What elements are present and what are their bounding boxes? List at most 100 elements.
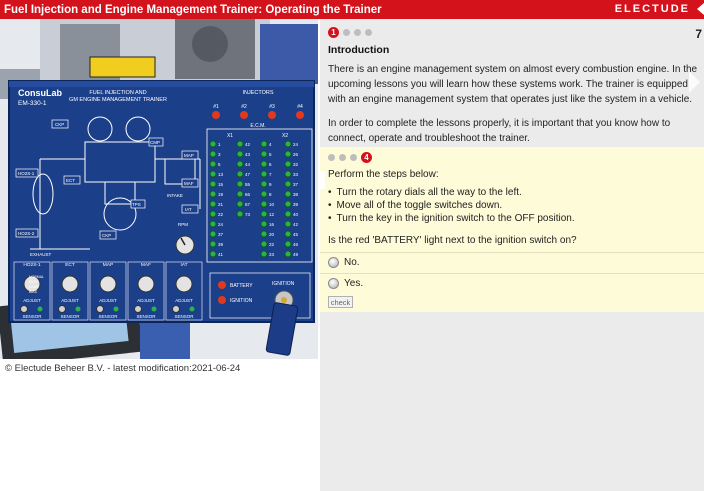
ecm-pin-jack[interactable]	[284, 160, 292, 168]
toggle-switch[interactable]	[20, 305, 28, 313]
ecm-pin-jack[interactable]	[236, 180, 244, 188]
injector-4-led	[296, 111, 304, 119]
o2-2-tag: HO2S-2	[18, 231, 35, 236]
radio-button[interactable]	[328, 257, 339, 268]
ecm-pin-jack[interactable]	[284, 250, 292, 258]
ecm-pin-label: 37	[293, 182, 299, 187]
toggle-switch[interactable]	[58, 305, 66, 313]
toggle-switch[interactable]	[96, 305, 104, 313]
ecm-pin-jack[interactable]	[260, 230, 268, 238]
mix-label: NORMAL	[29, 275, 44, 279]
ecm-pin-jack[interactable]	[260, 180, 268, 188]
ckp-tag-2: CKP	[102, 233, 111, 238]
ecm-pin-jack[interactable]	[209, 200, 217, 208]
ecm-pin-jack[interactable]	[209, 160, 217, 168]
ecm-pin-jack[interactable]	[284, 240, 292, 248]
ecm-pin-jack[interactable]	[236, 170, 244, 178]
page-number: 7	[695, 27, 702, 41]
sensor-group-label: HO2S-1	[23, 262, 41, 268]
ecm-pin-jack[interactable]	[236, 200, 244, 208]
ecm-pin-label: 26	[293, 152, 299, 157]
ecm-pin-jack[interactable]	[236, 150, 244, 158]
answer-option-yes[interactable]: Yes.	[320, 273, 704, 293]
ecm-pin-jack[interactable]	[209, 170, 217, 178]
step-current-badge[interactable]: 4	[361, 152, 372, 163]
ecm-pin-jack[interactable]	[209, 210, 217, 218]
ecm-pin-jack[interactable]	[284, 230, 292, 238]
ecm-pin-jack[interactable]	[284, 170, 292, 178]
adjust-label: ADJUST	[175, 298, 193, 303]
answer-option-no[interactable]: No.	[320, 252, 704, 272]
ecm-pin-label: 38	[293, 192, 299, 197]
ecm-pin-jack[interactable]	[260, 240, 268, 248]
map-tag: MAP	[184, 153, 194, 158]
step-current-badge[interactable]: 1	[328, 27, 339, 38]
ecm-pin-jack[interactable]	[209, 250, 217, 258]
sensor-jack[interactable]	[151, 306, 157, 312]
question-lead: Perform the steps below:	[328, 169, 439, 180]
ecm-pin-jack[interactable]	[284, 140, 292, 148]
instruction-list: Turn the rotary dials all the way to the…	[328, 186, 575, 225]
ecm-pin-jack[interactable]	[209, 220, 217, 228]
ecm-pin-jack[interactable]	[260, 190, 268, 198]
step-dot[interactable]	[339, 154, 346, 161]
ecm-pin-jack[interactable]	[236, 140, 244, 148]
left-pane: ConsuLab EM-330-1 FUEL INJECTION AND GM …	[0, 19, 318, 491]
step-dot[interactable]	[365, 29, 372, 36]
ecm-pin-jack[interactable]	[284, 200, 292, 208]
step-dot[interactable]	[328, 154, 335, 161]
prev-arrow-icon[interactable]	[320, 171, 325, 189]
ecm-pin-jack[interactable]	[260, 250, 268, 258]
sensor-label: SENSOR	[60, 314, 80, 319]
sensor-jack[interactable]	[75, 306, 81, 312]
sensor-group-label: ECT	[65, 262, 75, 268]
step-dot[interactable]	[350, 154, 357, 161]
step-dot[interactable]	[354, 29, 361, 36]
ecm-pin-jack[interactable]	[236, 190, 244, 198]
ecm-pin-jack[interactable]	[209, 140, 217, 148]
instruction-item: Move all of the toggle switches down.	[328, 199, 575, 212]
ecm-pin-jack[interactable]	[284, 210, 292, 218]
ecm-pin-jack[interactable]	[209, 180, 217, 188]
ecm-pin-jack[interactable]	[236, 210, 244, 218]
mix-label: RICH	[29, 280, 38, 284]
sensor-jack[interactable]	[113, 306, 119, 312]
ecm-pin-label: 67	[245, 202, 251, 207]
ecm-pin-jack[interactable]	[260, 150, 268, 158]
adjust-knob[interactable]	[99, 275, 117, 293]
ect-tag: ECT	[66, 178, 75, 183]
ecm-pin-jack[interactable]	[260, 200, 268, 208]
ecm-pin-jack[interactable]	[209, 190, 217, 198]
collapse-arrow-icon[interactable]	[697, 3, 704, 15]
toggle-switch[interactable]	[172, 305, 180, 313]
check-button[interactable]: check	[328, 296, 353, 308]
ecm-pin-jack[interactable]	[284, 190, 292, 198]
adjust-label: ADJUST	[137, 298, 155, 303]
ecm-pin-jack[interactable]	[209, 240, 217, 248]
ecm-pin-jack[interactable]	[260, 170, 268, 178]
adjust-knob[interactable]	[61, 275, 79, 293]
rpm-tag: RPM	[178, 222, 188, 227]
sensor-jack[interactable]	[189, 306, 195, 312]
answer-label: No.	[344, 257, 360, 268]
step-dot[interactable]	[343, 29, 350, 36]
ecm-pin-jack[interactable]	[260, 220, 268, 228]
ecm-pin-jack[interactable]	[260, 210, 268, 218]
ecm-pin-jack[interactable]	[236, 160, 244, 168]
toggle-switch[interactable]	[134, 305, 142, 313]
ecm-pin-jack[interactable]	[209, 150, 217, 158]
injector-4-label: #4	[297, 104, 303, 110]
ecm-pin-jack[interactable]	[260, 160, 268, 168]
radio-button[interactable]	[328, 278, 339, 289]
adjust-knob[interactable]	[175, 275, 193, 293]
ecm-pin-jack[interactable]	[284, 180, 292, 188]
adjust-knob[interactable]	[137, 275, 155, 293]
ecm-pin-jack[interactable]	[284, 150, 292, 158]
ecm-pin-label: 39	[218, 242, 224, 247]
injector-1-label: #1	[213, 104, 219, 110]
ecm-pin-jack[interactable]	[260, 140, 268, 148]
brand-logo: ELECTUDE	[615, 3, 690, 15]
ecm-pin-jack[interactable]	[284, 220, 292, 228]
ecm-pin-jack[interactable]	[209, 230, 217, 238]
sensor-jack[interactable]	[37, 306, 43, 312]
